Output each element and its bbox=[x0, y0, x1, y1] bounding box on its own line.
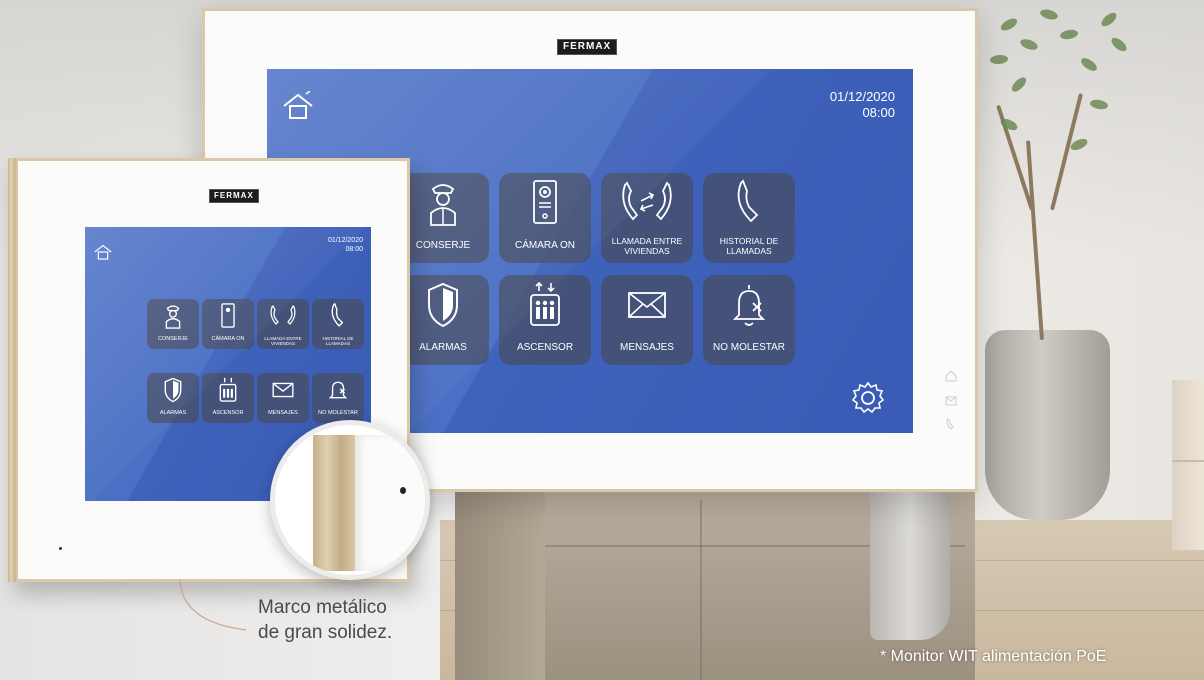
date-time: 01/12/2020 08:00 bbox=[830, 89, 895, 122]
home-icon[interactable] bbox=[281, 90, 315, 126]
tile-label: MENSAJES bbox=[268, 409, 298, 416]
tile-mensajes[interactable]: MENSAJES bbox=[257, 373, 309, 423]
tile-label: ALARMAS bbox=[159, 409, 187, 416]
sofa-arm bbox=[455, 470, 545, 680]
elevator-icon bbox=[499, 281, 591, 329]
side-status-icons bbox=[945, 369, 957, 435]
tile-historial-llamadas[interactable]: HISTORIAL DE LLAMADAS bbox=[703, 173, 795, 263]
phone-icon bbox=[312, 302, 364, 330]
tile-llamada-entre-viviendas[interactable]: LLAMADA ENTRE VIVIENDAS bbox=[601, 173, 693, 263]
elevator-icon bbox=[202, 376, 254, 404]
tile-llamada-entre-viviendas[interactable]: LLAMADA ENTRE VIVIENDAS bbox=[257, 299, 309, 349]
tile-no-molestar[interactable]: NO MOLESTAR bbox=[703, 275, 795, 365]
tile-label: CÁMARA ON bbox=[514, 239, 575, 251]
bell-muted-icon bbox=[703, 281, 795, 329]
date-time-small: 01/12/2020 08:00 bbox=[328, 237, 363, 255]
tile-camara-on[interactable]: CÁMARA ON bbox=[202, 299, 254, 349]
cabinet-drawer-line bbox=[1172, 460, 1204, 462]
tile-label: LLAMADA ENTRE VIVIENDAS bbox=[264, 335, 302, 346]
time-label: 08:00 bbox=[345, 245, 363, 253]
time-label: 08:00 bbox=[862, 105, 895, 121]
tile-label: NO MOLESTAR bbox=[318, 409, 358, 416]
phone-icon bbox=[703, 179, 795, 227]
tile-label: HISTORIAL DE LLAMADAS bbox=[322, 335, 354, 346]
shield-icon bbox=[147, 376, 199, 404]
caption-subtitle: de gran solidez. bbox=[258, 622, 393, 643]
intercall-icon bbox=[601, 179, 693, 227]
side-cabinet bbox=[1172, 380, 1204, 550]
throw-blanket bbox=[870, 470, 950, 640]
camera-panel-icon bbox=[202, 302, 254, 330]
shield-icon bbox=[397, 281, 489, 329]
envelope-icon bbox=[257, 376, 309, 404]
tile-label: MENSAJES bbox=[620, 341, 674, 353]
monitor-face bbox=[355, 435, 425, 571]
tile-label: ASCENSOR bbox=[212, 409, 244, 416]
tile-alarmas[interactable]: ALARMAS bbox=[147, 373, 199, 423]
tile-label: LLAMADA ENTRE VIVIENDAS bbox=[611, 236, 683, 257]
brand-logo: FERMAX bbox=[557, 39, 618, 55]
envelope-icon bbox=[601, 281, 693, 329]
tile-label: CÁMARA ON bbox=[211, 335, 245, 342]
tile-label: ALARMAS bbox=[419, 341, 467, 353]
plant-pot bbox=[985, 330, 1110, 520]
camera-panel-icon bbox=[499, 179, 591, 227]
brand-logo-small: FERMAX bbox=[209, 189, 259, 203]
tile-camara-on[interactable]: CÁMARA ON bbox=[499, 173, 591, 263]
tile-label: HISTORIAL DE LLAMADAS bbox=[719, 236, 779, 257]
tile-label: ASCENSOR bbox=[516, 341, 574, 353]
tile-label: CONSERJE bbox=[158, 335, 188, 342]
wood-frame-edge bbox=[8, 158, 18, 582]
tile-ascensor[interactable]: ASCENSOR bbox=[499, 275, 591, 365]
gear-icon[interactable] bbox=[851, 381, 885, 420]
tile-conserje[interactable]: CONSERJE bbox=[397, 173, 489, 263]
bell-muted-icon bbox=[312, 376, 364, 404]
date-label: 01/12/2020 bbox=[829, 89, 895, 104]
frame-detail-zoom bbox=[270, 420, 430, 580]
tile-historial-llamadas[interactable]: HISTORIAL DE LLAMADAS bbox=[312, 299, 364, 349]
tile-conserje[interactable]: CONSERJE bbox=[147, 299, 199, 349]
caption-title: Marco metálico bbox=[258, 597, 387, 618]
tile-mensajes[interactable]: MENSAJES bbox=[601, 275, 693, 365]
sensor-dot bbox=[400, 487, 406, 494]
footnote: * Monitor WIT alimentación PoE bbox=[880, 648, 1107, 665]
microphone-dot bbox=[59, 547, 62, 550]
tile-alarmas[interactable]: ALARMAS bbox=[397, 275, 489, 365]
sofa-seam bbox=[700, 500, 702, 680]
date-label: 01/12/2020 bbox=[327, 237, 363, 244]
tile-label: CONSERJE bbox=[415, 239, 471, 251]
tile-no-molestar[interactable]: NO MOLESTAR bbox=[312, 373, 364, 423]
home-icon[interactable] bbox=[93, 243, 113, 266]
intercall-icon bbox=[257, 302, 309, 330]
concierge-icon bbox=[397, 179, 489, 227]
callout-line bbox=[179, 579, 247, 631]
home-status-icon bbox=[945, 369, 957, 387]
phone-status-icon bbox=[945, 417, 957, 435]
envelope-status-icon bbox=[945, 393, 957, 411]
tile-label: NO MOLESTAR bbox=[712, 341, 786, 353]
concierge-icon bbox=[147, 302, 199, 330]
metal-frame-edge bbox=[313, 435, 355, 571]
tile-ascensor[interactable]: ASCENSOR bbox=[202, 373, 254, 423]
